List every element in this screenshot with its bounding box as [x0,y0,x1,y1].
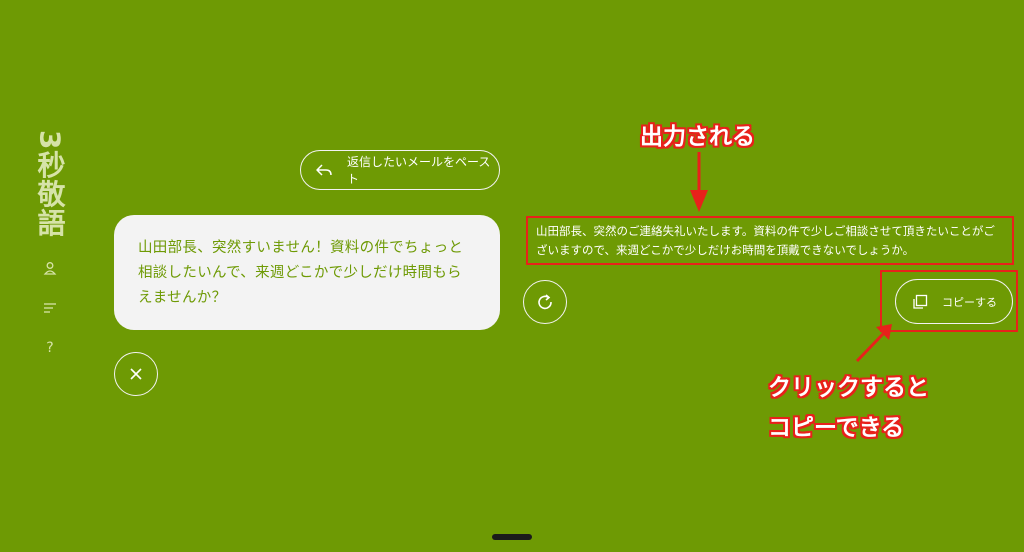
copy-button[interactable]: コピーする [895,279,1013,324]
user-icon[interactable] [41,259,59,277]
copy-icon [912,294,928,310]
arrow-diagonal-line [855,332,885,363]
annotation-copy-line2: コピーできる [768,415,905,441]
input-text: 山田部長、突然すいません！資料の件でちょっと相談したいんで、来週どこかで少しだけ… [138,240,464,306]
clear-button[interactable] [114,352,158,396]
paste-email-button[interactable]: 返信したいメールをペースト [300,150,500,190]
output-text-box: 山田部長、突然のご連絡失礼いたします。資料の件で少しご相談させて頂きたいことがご… [526,216,1014,265]
copy-label: コピーする [942,295,997,309]
home-indicator[interactable] [492,534,532,540]
close-icon [130,368,142,380]
arrow-down-head [690,190,708,212]
sidebar: 3秒敬語 ? [28,130,72,357]
annotation-copy: クリックすると コピーできる [768,368,929,448]
app-brand: 3秒敬語 [33,130,67,238]
annotation-output: 出力される [640,124,755,150]
list-icon[interactable] [41,299,59,317]
help-icon[interactable]: ? [41,339,59,357]
refresh-icon [538,294,552,310]
output-text: 山田部長、突然のご連絡失礼いたします。資料の件で少しご相談させて頂きたいことがご… [536,224,995,257]
help-glyph: ? [46,340,54,357]
regenerate-button[interactable] [523,280,567,324]
annotation-copy-line1: クリックすると [768,375,929,401]
input-text-card[interactable]: 山田部長、突然すいません！資料の件でちょっと相談したいんで、来週どこかで少しだけ… [114,215,500,330]
paste-email-label: 返信したいメールをペースト [347,155,491,186]
reply-icon [315,161,333,179]
